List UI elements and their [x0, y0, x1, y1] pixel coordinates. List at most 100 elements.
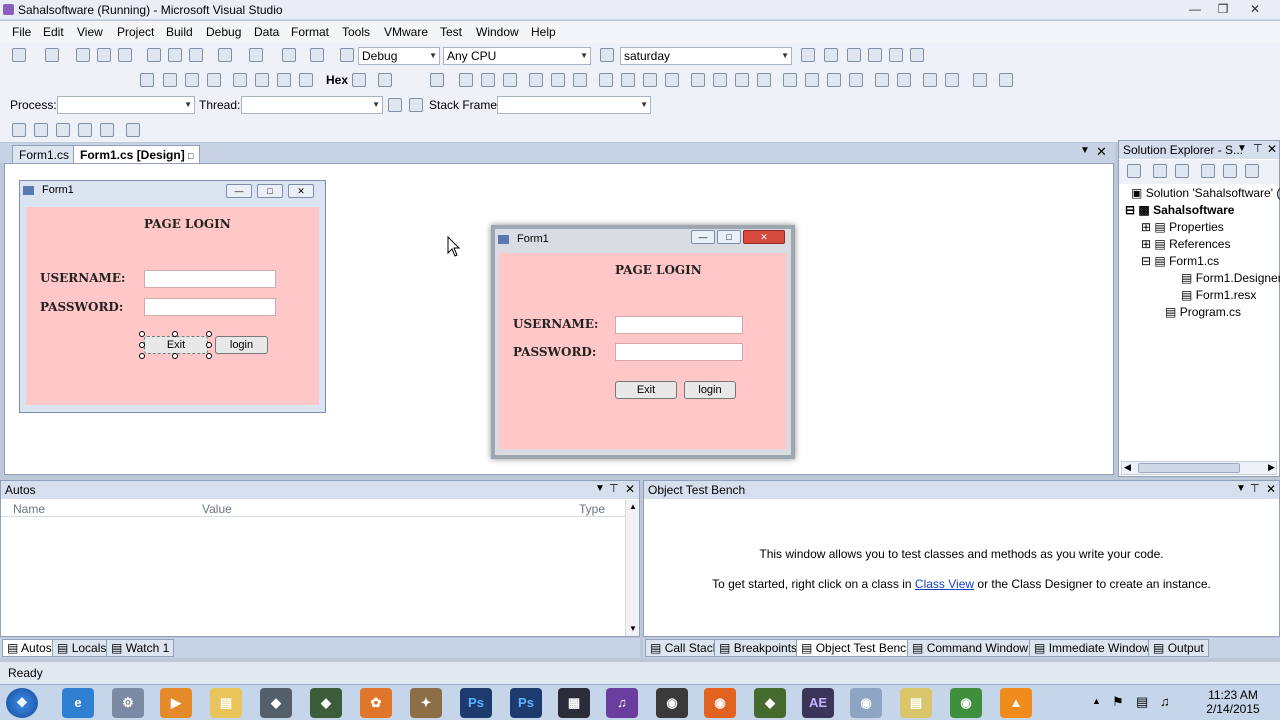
- add-item-icon[interactable]: [45, 48, 59, 62]
- solution-explorer-icon[interactable]: [824, 48, 838, 62]
- column-type[interactable]: Type: [579, 502, 605, 516]
- menu-build[interactable]: Build: [166, 25, 193, 39]
- photoshop-2-icon[interactable]: Ps: [510, 688, 542, 718]
- step-into-icon[interactable]: [255, 73, 269, 87]
- app-g-icon[interactable]: ◆: [754, 688, 786, 718]
- app-j-icon[interactable]: ◉: [950, 688, 982, 718]
- tab-immediate-window[interactable]: ▤ Immediate Window: [1029, 639, 1156, 657]
- pin-icon[interactable]: ⊤: [609, 482, 619, 495]
- tab-output[interactable]: ▤ Output: [1148, 639, 1209, 657]
- menu-window[interactable]: Window: [476, 25, 519, 39]
- decrease-vertical-spacing-icon[interactable]: [827, 73, 841, 87]
- system-clock[interactable]: 11:23 AM 2/14/2015: [1198, 688, 1268, 716]
- stack-frame-select[interactable]: ▼: [497, 96, 651, 114]
- pin-icon[interactable]: ⊤: [1250, 482, 1260, 495]
- make-same-width-icon[interactable]: [599, 73, 613, 87]
- column-name[interactable]: Name: [13, 502, 45, 516]
- output-window-icon[interactable]: [378, 73, 392, 87]
- solution-config-select[interactable]: Debug ▼: [358, 47, 440, 65]
- decrease-horizontal-spacing-icon[interactable]: [735, 73, 749, 87]
- tree-project[interactable]: ⊟ ▩ Sahalsoftware: [1125, 203, 1234, 217]
- show-hidden-icons-icon[interactable]: ▲: [1092, 696, 1101, 706]
- tab-autos[interactable]: ▤ Autos: [2, 639, 57, 657]
- copy-icon[interactable]: [168, 48, 182, 62]
- app-b-icon[interactable]: ◆: [310, 688, 342, 718]
- firefox-icon[interactable]: ◉: [704, 688, 736, 718]
- exit-button[interactable]: Exit: [144, 336, 208, 354]
- close-panel-icon[interactable]: ✕: [1266, 482, 1276, 496]
- running-exit-button[interactable]: Exit: [615, 381, 677, 399]
- login-button[interactable]: login: [215, 336, 268, 354]
- running-form-window[interactable]: Form1 — □ ✕ PAGE LOGIN USERNAME: PASSWOR…: [491, 225, 795, 459]
- column-value[interactable]: Value: [202, 502, 232, 516]
- toolbox-icon[interactable]: [868, 48, 882, 62]
- app-d-icon[interactable]: ✦: [410, 688, 442, 718]
- tab-breakpoints[interactable]: ▤ Breakpoints: [714, 639, 803, 657]
- align-bottoms-icon[interactable]: [573, 73, 587, 87]
- align-lefts-icon[interactable]: [459, 73, 473, 87]
- menu-data[interactable]: Data: [254, 25, 279, 39]
- vertical-scrollbar[interactable]: ▲ ▼: [625, 500, 639, 636]
- lock-controls-icon[interactable]: [999, 73, 1013, 87]
- flag-threads-icon[interactable]: [409, 98, 423, 112]
- close-panel-icon[interactable]: ✕: [1267, 142, 1277, 156]
- object-browser-icon[interactable]: [889, 48, 903, 62]
- network-icon[interactable]: ▤: [1136, 694, 1148, 710]
- class-view-link[interactable]: Class View: [915, 577, 974, 591]
- step-over-icon[interactable]: [277, 73, 291, 87]
- continue-icon[interactable]: [140, 73, 154, 87]
- class-diagram-icon[interactable]: [1245, 164, 1259, 178]
- make-same-size-icon[interactable]: [665, 73, 679, 87]
- step-out-icon[interactable]: [299, 73, 313, 87]
- designer-form-client[interactable]: PAGE LOGIN USERNAME: PASSWORD: Exit logi…: [26, 207, 319, 405]
- refresh-icon[interactable]: [1175, 164, 1189, 178]
- tree-program-cs[interactable]: ▤ Program.cs: [1165, 305, 1241, 319]
- make-same-height-icon[interactable]: [643, 73, 657, 87]
- refresh-schema-icon[interactable]: [78, 123, 92, 137]
- pin-icon[interactable]: ⊤: [1253, 142, 1263, 155]
- horizontal-spacing-equal-icon[interactable]: [691, 73, 705, 87]
- undo-icon[interactable]: [218, 48, 232, 62]
- file-explorer-icon[interactable]: ▤: [210, 688, 242, 718]
- center-vertically-icon[interactable]: [897, 73, 911, 87]
- resize-handle[interactable]: [139, 331, 145, 337]
- resize-handle[interactable]: [139, 353, 145, 359]
- app-i-icon[interactable]: ▤: [900, 688, 932, 718]
- vlc-icon[interactable]: ▲: [1000, 688, 1032, 718]
- username-textbox[interactable]: [144, 270, 276, 288]
- resize-handle[interactable]: [139, 342, 145, 348]
- menu-vmware[interactable]: VMware: [384, 25, 428, 39]
- align-rights-icon[interactable]: [503, 73, 517, 87]
- start-page-icon[interactable]: [910, 48, 924, 62]
- tab-object-test-bench[interactable]: ▤ Object Test Bench: [796, 639, 918, 657]
- dropdown-icon[interactable]: ▼: [595, 483, 605, 494]
- find-icon[interactable]: [801, 48, 815, 62]
- scroll-up-icon[interactable]: ▲: [629, 502, 637, 511]
- restart-icon[interactable]: [207, 73, 221, 87]
- volume-icon[interactable]: ♫: [1160, 694, 1170, 709]
- tab-form1-design[interactable]: Form1.cs [Design] □: [73, 145, 201, 163]
- resize-handle[interactable]: [206, 342, 212, 348]
- find-combo[interactable]: saturday ▼: [620, 47, 792, 65]
- password-label[interactable]: PASSWORD:: [40, 300, 123, 314]
- find-in-files-icon[interactable]: [600, 48, 614, 62]
- tree-solution[interactable]: ▣ Solution 'Sahalsoftware' (1: [1131, 186, 1280, 200]
- running-minimize-button[interactable]: —: [691, 230, 715, 244]
- tree-form1-cs[interactable]: ⊟ ▤ Form1.cs: [1141, 254, 1219, 268]
- dropdown-icon[interactable]: ▼: [1237, 143, 1247, 154]
- username-label[interactable]: USERNAME:: [40, 271, 125, 285]
- break-all-icon[interactable]: [163, 73, 177, 87]
- query-icon[interactable]: [126, 123, 140, 137]
- menu-help[interactable]: Help: [531, 25, 556, 39]
- running-maximize-button[interactable]: □: [717, 230, 741, 244]
- internet-explorer-icon[interactable]: e: [62, 688, 94, 718]
- start-debugging-icon[interactable]: [340, 48, 354, 62]
- increase-vertical-spacing-icon[interactable]: [805, 73, 819, 87]
- menu-project[interactable]: Project: [117, 25, 154, 39]
- menu-file[interactable]: File: [12, 25, 31, 39]
- navigate-forward-icon[interactable]: [310, 48, 324, 62]
- menu-test[interactable]: Test: [440, 25, 462, 39]
- menu-format[interactable]: Format: [291, 25, 329, 39]
- app-a-icon[interactable]: ◆: [260, 688, 292, 718]
- after-effects-icon[interactable]: AE: [802, 688, 834, 718]
